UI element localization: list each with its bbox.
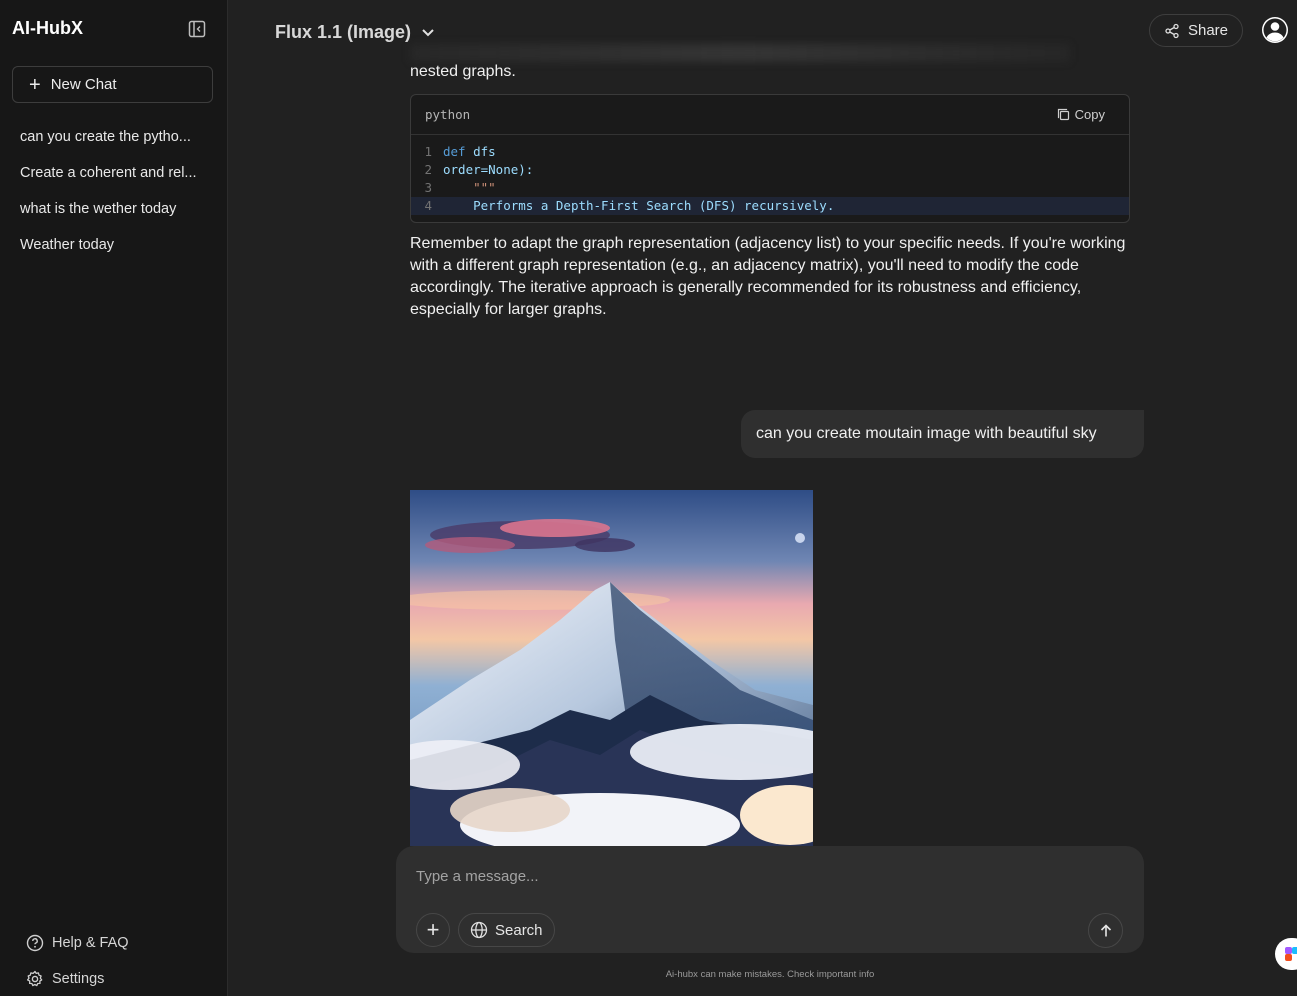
arrow-up-icon: [1100, 923, 1111, 936]
line-number: 3: [424, 180, 432, 195]
assistant-message-text: nested graphs.: [410, 63, 516, 80]
code-line: 3 """: [411, 179, 1129, 197]
plus-icon: +: [426, 917, 440, 942]
code-string: """: [473, 180, 496, 195]
model-name: Flux 1.1 (Image): [275, 22, 412, 42]
chevron-down-icon: [422, 28, 434, 36]
code-block-header: python Copy: [411, 95, 1129, 135]
sidebar-collapse-icon[interactable]: [188, 20, 206, 38]
brand-logo[interactable]: AI-HubX: [12, 18, 83, 39]
gear-icon: [26, 970, 43, 987]
new-chat-button[interactable]: + New Chat: [12, 66, 213, 103]
help-faq-link[interactable]: Help & FAQ: [26, 925, 129, 961]
user-message-bubble: can you create moutain image with beauti…: [741, 410, 1144, 458]
model-selector[interactable]: Flux 1.1 (Image): [275, 22, 435, 43]
share-icon: [1165, 23, 1179, 38]
scroll-fade: [410, 44, 1070, 62]
sidebar: AI-HubX + New Chat can you create the py…: [0, 0, 228, 996]
sidebar-footer: Help & FAQ Settings: [26, 925, 129, 996]
code-identifier: dfs: [473, 144, 496, 159]
message-input[interactable]: [416, 868, 1096, 885]
code-body: 1 def dfs 2 order=None): 3 """ 4 Perform…: [411, 135, 1129, 215]
disclaimer-text: Ai-hubx can make mistakes. Check importa…: [665, 969, 875, 980]
assistant-message-text: Remember to adapt the graph representati…: [410, 235, 1126, 318]
code-docstring: Performs a Depth-First Search (DFS) recu…: [473, 198, 835, 213]
code-line: 4 Performs a Depth-First Search (DFS) re…: [411, 197, 1129, 215]
copy-label: Copy: [1074, 107, 1105, 122]
globe-icon: [470, 921, 488, 939]
help-icon: [26, 934, 44, 952]
send-button[interactable]: [1088, 913, 1123, 948]
history-item[interactable]: Weather today: [0, 227, 228, 263]
code-language: python: [425, 107, 471, 122]
help-label: Help & FAQ: [52, 935, 129, 951]
settings-label: Settings: [52, 971, 105, 987]
generated-mountain-image[interactable]: [410, 490, 813, 846]
add-attachment-button[interactable]: +: [416, 913, 450, 947]
copy-code-button[interactable]: Copy: [1057, 107, 1105, 122]
copy-icon: [1057, 108, 1069, 121]
user-message-text: can you create moutain image with beauti…: [756, 425, 1097, 442]
floating-assistant-icon[interactable]: [1275, 938, 1297, 970]
history-item[interactable]: can you create the pytho...: [0, 119, 228, 155]
search-label: Search: [495, 921, 543, 939]
share-label: Share: [1187, 22, 1229, 39]
code-keyword: def: [443, 144, 466, 159]
settings-link[interactable]: Settings: [26, 961, 129, 996]
user-avatar-icon[interactable]: [1261, 16, 1289, 44]
plus-icon: +: [29, 73, 41, 96]
new-chat-label: New Chat: [50, 76, 117, 93]
code-text: order=None):: [443, 162, 534, 177]
history-item[interactable]: what is the wether today: [0, 191, 228, 227]
message-composer: + Search: [396, 846, 1144, 953]
search-toggle-button[interactable]: Search: [458, 913, 555, 947]
code-line: 1 def dfs: [411, 143, 1129, 161]
line-number: 4: [424, 198, 432, 213]
line-number: 2: [424, 162, 432, 177]
history-item[interactable]: Create a coherent and rel...: [0, 155, 228, 191]
line-number: 1: [424, 144, 432, 159]
chat-history-list: can you create the pytho... Create a coh…: [0, 119, 228, 263]
code-block: python Copy 1 def dfs 2 order=None): 3 "…: [410, 94, 1130, 223]
share-button[interactable]: Share: [1149, 14, 1243, 47]
code-line: 2 order=None):: [411, 161, 1129, 179]
